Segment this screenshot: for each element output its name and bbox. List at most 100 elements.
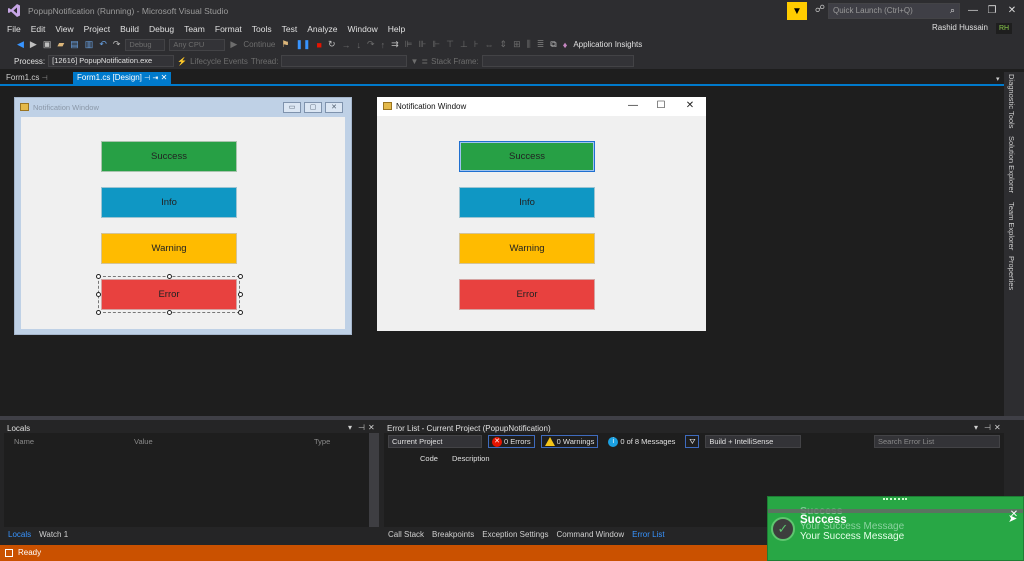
lifecycle-events-label[interactable]: Lifecycle Events [190,57,248,66]
run-warning-button[interactable]: Warning [459,233,595,264]
vertical-spacing-icon[interactable]: ≣ [534,39,548,50]
resize-handle[interactable] [238,274,243,279]
resize-handle[interactable] [96,310,101,315]
tab-solution-explorer[interactable]: Solution Explorer [1007,136,1016,193]
same-size-icon[interactable]: ⊞ [510,39,524,50]
stack-frame-select[interactable] [481,55,634,67]
align-lefts-icon[interactable]: ⊫ [402,39,416,50]
warnings-filter-button[interactable]: 0 Warnings [540,435,599,448]
feedback-icon[interactable]: ☍ [813,4,827,18]
continue-label[interactable]: Continue [240,40,278,49]
menu-test[interactable]: Test [277,22,303,36]
process-select[interactable]: [12616] PopupNotification.exe [48,55,175,67]
tab-properties[interactable]: Properties [1007,256,1016,290]
attach-icon[interactable]: ⚑ [278,39,292,50]
quick-launch-input[interactable]: Quick Launch (Ctrl+Q) ⌕ [828,3,960,19]
back-icon[interactable]: ◀ [14,39,27,50]
platform-select[interactable]: Any CPU [169,38,226,51]
menu-help[interactable]: Help [383,22,410,36]
filter-toggle-icon[interactable]: ⛛ [685,435,700,448]
resize-handle[interactable] [167,274,172,279]
tab-watch-1[interactable]: Watch 1 [35,528,72,541]
vertical-scrollbar[interactable] [369,433,379,527]
horizontal-spacing-icon[interactable]: ⫼ [524,39,534,50]
align-middles-icon[interactable]: ⊥ [457,39,471,50]
menu-view[interactable]: View [50,22,78,36]
menu-debug[interactable]: Debug [144,22,179,36]
design-form-client[interactable]: Success Info Warning Error [21,117,345,329]
tab-team-explorer[interactable]: Team Explorer [1007,202,1016,250]
run-info-button[interactable]: Info [459,187,595,218]
pin-icon[interactable]: ⊣ [984,423,991,432]
tab-command-window[interactable]: Command Window [553,528,629,541]
tab-locals[interactable]: Locals [4,528,35,541]
tab-breakpoints[interactable]: Breakpoints [428,528,478,541]
save-icon[interactable]: ▤ [67,39,82,50]
align-bottoms-icon[interactable]: ⊦ [471,39,482,50]
break-all-icon[interactable]: ❚❚ [292,39,313,50]
user-name[interactable]: Rashid Hussain [932,23,988,32]
align-centers-icon[interactable]: ⊪ [415,39,429,50]
design-success-button[interactable]: Success [101,141,237,172]
same-width-icon[interactable]: ⇔ [482,40,497,50]
build-filter-select[interactable]: Build + IntelliSense [705,435,802,448]
messages-filter-button[interactable]: i 0 of 8 Messages [604,435,680,448]
search-error-list-input[interactable]: Search Error List [874,435,1000,448]
redo-icon[interactable]: ↷ [110,39,124,50]
configuration-select[interactable]: Debug [125,38,166,51]
restore-button[interactable]: ❐ [981,3,1003,19]
step-into-icon[interactable]: ↓ [354,40,365,50]
lifecycle-events-icon[interactable]: ⚡ [177,57,187,66]
show-next-statement-icon[interactable]: → [339,40,354,50]
hex-display-icon[interactable]: ⇉ [388,39,402,50]
running-minimize-button[interactable]: — [623,99,643,113]
column-header-name[interactable]: Name [14,437,34,446]
filter-icon[interactable]: ▼ [410,57,418,66]
tab-exception-settings[interactable]: Exception Settings [478,528,552,541]
thread-select[interactable] [281,55,408,67]
close-button[interactable]: ✕ [1001,3,1023,19]
menu-team[interactable]: Team [179,22,210,36]
menu-tools[interactable]: Tools [247,22,277,36]
locals-grid[interactable]: Name Value Type [4,433,379,527]
menu-window[interactable]: Window [342,22,382,36]
tab-order-icon[interactable]: ⧉ [547,39,559,50]
menu-project[interactable]: Project [79,22,115,36]
design-info-button[interactable]: Info [101,187,237,218]
tab-diagnostic-tools[interactable]: Diagnostic Tools [1007,74,1016,128]
notifications-flag-icon[interactable]: ▼ [787,2,807,20]
design-form[interactable]: Notification Window ▭ ▢ ✕ Success Info W… [14,97,352,335]
design-warning-button[interactable]: Warning [101,233,237,264]
resize-handle[interactable] [238,310,243,315]
stack-frame-icon[interactable]: ≣ [421,57,428,66]
run-error-button[interactable]: Error [459,279,595,310]
close-tab-icon[interactable]: ✕ [161,73,168,82]
resize-handle[interactable] [238,292,243,297]
scope-select[interactable]: Current Project [388,435,482,448]
column-header-type[interactable]: Type [314,437,330,446]
step-over-icon[interactable]: ↷ [364,39,378,50]
stop-icon[interactable]: ■ [314,40,325,50]
preview-icon[interactable]: ⇥ [152,75,158,82]
tab-call-stack[interactable]: Call Stack [384,528,428,541]
running-form-titlebar[interactable]: Notification Window — ☐ ✕ [377,97,706,116]
running-maximize-button[interactable]: ☐ [651,99,671,113]
resize-handle[interactable] [96,274,101,279]
column-header-code[interactable]: Code [420,454,438,463]
forward-icon[interactable]: ▶ [27,39,40,50]
align-rights-icon[interactable]: ⊩ [429,39,443,50]
menu-format[interactable]: Format [210,22,247,36]
menu-build[interactable]: Build [115,22,144,36]
resize-handle[interactable] [167,310,172,315]
tab-form1-cs[interactable]: Form1.cs ⊣ [2,72,52,84]
resize-handle[interactable] [96,292,101,297]
save-all-icon[interactable]: ▥ [82,39,97,50]
continue-icon[interactable]: ▶ [227,39,240,50]
pin-icon[interactable]: ⊣ [42,75,48,82]
open-file-icon[interactable]: ▰ [54,39,67,50]
column-header-value[interactable]: Value [134,437,153,446]
errors-filter-button[interactable]: ✕ 0 Errors [488,435,535,448]
menu-edit[interactable]: Edit [26,22,51,36]
tab-form1-design[interactable]: Form1.cs [Design] ⊣ ⇥ ✕ [73,72,172,84]
panel-dropdown-icon[interactable]: ▾ [348,423,352,432]
